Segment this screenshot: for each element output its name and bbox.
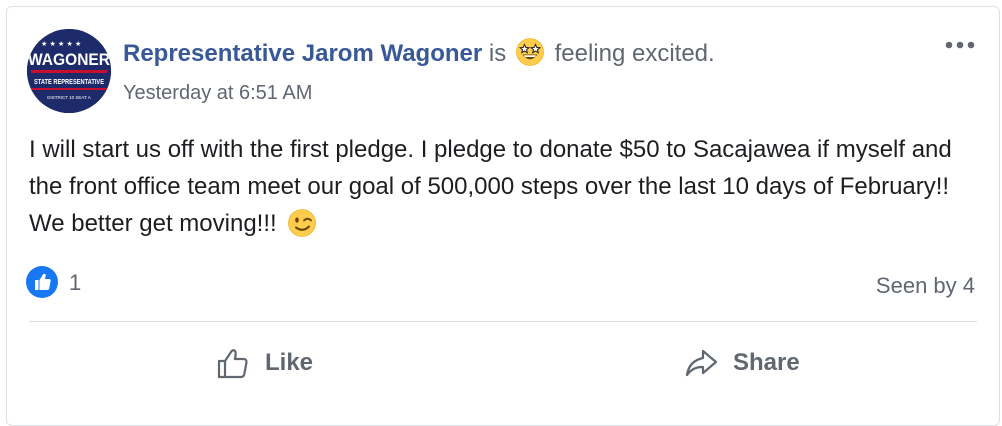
more-options-icon[interactable]: [943, 35, 977, 55]
feeling-text[interactable]: feeling excited.: [555, 40, 715, 67]
post-timestamp[interactable]: Yesterday at 6:51 AM: [123, 82, 312, 104]
like-count[interactable]: 1: [69, 270, 81, 296]
share-arrow-icon: [685, 349, 718, 377]
post-card: ★ ★ ★ ★ ★ WAGONER STATE REPRESENTATIVE D…: [6, 6, 1000, 426]
post-body-text: I will start us off with the first pledg…: [29, 136, 952, 237]
seen-by-count[interactable]: Seen by 4: [876, 273, 975, 299]
svg-text:★ ★ ★ ★ ★: ★ ★ ★ ★ ★: [41, 40, 81, 48]
is-text: is: [488, 40, 507, 67]
like-button-label: Like: [265, 349, 314, 376]
like-button[interactable]: Like: [215, 341, 313, 385]
campaign-logo: ★ ★ ★ ★ ★ WAGONER STATE REPRESENTATIVE D…: [27, 29, 111, 113]
thumbs-up-icon: [217, 349, 248, 379]
avatar-name: WAGONER: [28, 50, 110, 69]
author-name-link[interactable]: Representative Jarom Wagoner: [123, 40, 482, 67]
winking-face-emoji-icon: [287, 208, 317, 238]
profile-avatar[interactable]: ★ ★ ★ ★ ★ WAGONER STATE REPRESENTATIVE D…: [27, 29, 111, 113]
share-button[interactable]: Share: [683, 341, 800, 385]
post-body: I will start us off with the first pledg…: [29, 131, 989, 242]
star-struck-emoji-icon: [515, 37, 545, 67]
share-button-label: Share: [733, 349, 800, 376]
post-header-line: Representative Jarom Wagoner is feeling …: [123, 37, 939, 69]
divider: [29, 321, 977, 322]
avatar-district: DISTRICT 10 SEAT A: [47, 95, 91, 100]
post-stats: 1 Seen by 4: [25, 265, 975, 301]
avatar-title: STATE REPRESENTATIVE: [34, 79, 104, 86]
post-header: Representative Jarom Wagoner is feeling …: [123, 37, 939, 105]
like-reaction-icon[interactable]: [25, 265, 59, 299]
